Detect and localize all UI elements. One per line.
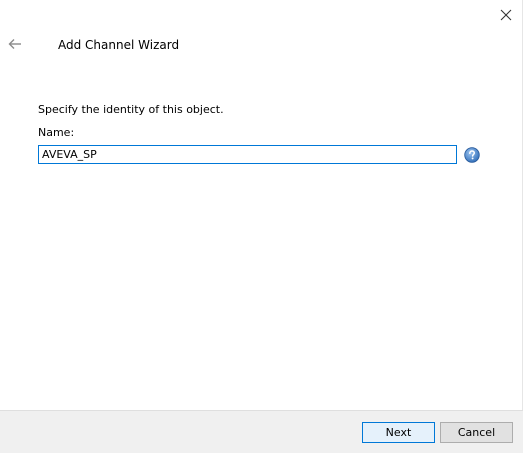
next-button[interactable]: Next [362, 422, 435, 443]
instruction-text: Specify the identity of this object. [38, 103, 224, 116]
name-label: Name: [38, 126, 75, 139]
add-channel-wizard-window: Add Channel Wizard Specify the identity … [0, 0, 523, 453]
cancel-button[interactable]: Cancel [440, 422, 513, 443]
close-button[interactable] [493, 2, 519, 28]
wizard-footer: Next Cancel [0, 410, 523, 453]
name-input[interactable] [38, 145, 457, 164]
wizard-title: Add Channel Wizard [58, 38, 180, 52]
close-icon [500, 9, 512, 21]
back-button[interactable] [5, 34, 25, 54]
help-icon[interactable] [464, 147, 480, 163]
back-arrow-icon [8, 39, 21, 49]
